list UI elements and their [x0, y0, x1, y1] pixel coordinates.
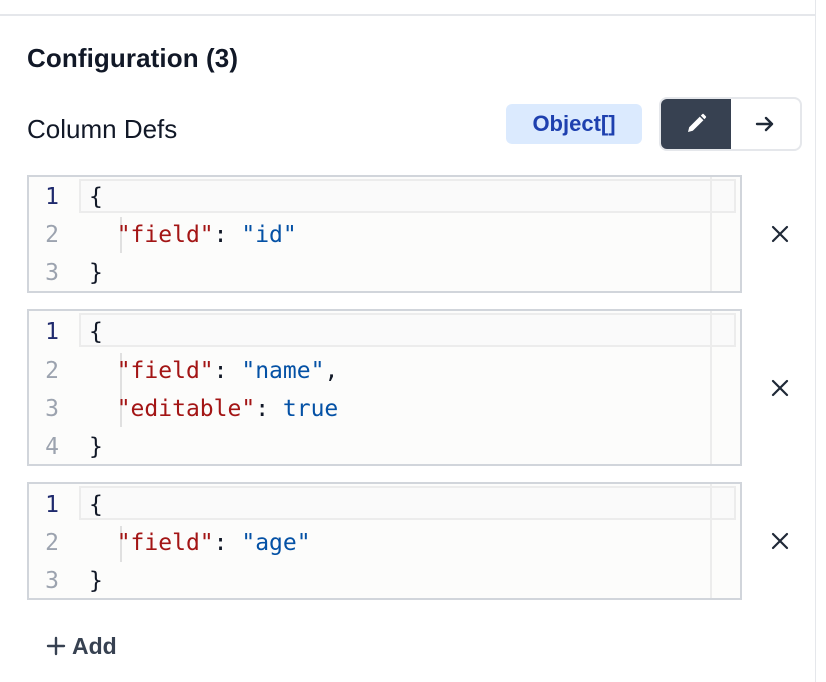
section-title: Configuration (3)	[27, 43, 239, 73]
code-line: 1 {	[29, 313, 740, 351]
close-icon	[771, 225, 789, 243]
code-line: 2 "field": "id"	[29, 216, 740, 254]
code-line: 3 "editable": true	[29, 390, 740, 428]
add-button-label: Add	[72, 632, 117, 659]
code-text: {	[89, 184, 103, 210]
code-text: "field": "age"	[67, 530, 311, 556]
code-text: {	[89, 319, 103, 345]
code-text: {	[89, 492, 103, 518]
link-mode-button[interactable]	[731, 99, 801, 149]
json-colon: :	[255, 396, 283, 422]
json-key: "field"	[116, 358, 214, 384]
json-key: "field"	[116, 222, 214, 248]
line-number: 2	[45, 530, 59, 556]
close-icon	[771, 532, 789, 550]
add-item-button[interactable]: Add	[46, 628, 117, 664]
json-value: "name"	[241, 358, 325, 384]
code-line: 1 {	[29, 486, 740, 524]
code-text: }	[89, 260, 103, 286]
field-label: Column Defs	[27, 114, 178, 144]
code-line: 2 "field": "name",	[29, 352, 740, 390]
pencil-icon	[687, 113, 706, 132]
code-text: "field": "id"	[67, 222, 297, 248]
json-value: true	[282, 396, 339, 422]
code-line: 3 }	[29, 562, 740, 600]
plus-icon	[46, 636, 66, 656]
json-colon: :	[213, 530, 242, 556]
remove-item-button[interactable]	[762, 370, 798, 406]
code-text: }	[89, 568, 103, 594]
arrow-right-icon	[756, 116, 774, 132]
previous-section-divider	[0, 0, 816, 16]
json-colon: :	[213, 358, 242, 384]
json-value: "age"	[241, 530, 311, 556]
json-editor-item-1[interactable]: 1 { 2 "field": "id" 3 }	[27, 175, 742, 293]
line-number: 4	[45, 434, 59, 460]
json-colon: :	[213, 222, 242, 248]
edit-mode-button[interactable]	[661, 99, 731, 149]
mode-toggle	[659, 97, 802, 151]
line-number: 2	[45, 222, 59, 248]
line-number: 3	[45, 568, 59, 594]
code-text: }	[89, 434, 103, 460]
close-icon	[771, 379, 789, 397]
json-key: "field"	[116, 530, 214, 556]
json-editor-item-3[interactable]: 1 { 2 "field": "age" 3 }	[27, 482, 742, 600]
json-comma: ,	[324, 358, 339, 384]
code-text: "field": "name",	[67, 358, 339, 384]
code-line: 1 {	[29, 178, 740, 216]
code-line: 4 }	[29, 428, 740, 466]
line-number: 3	[45, 260, 59, 286]
line-number: 1	[45, 319, 59, 345]
code-line: 3 }	[29, 254, 740, 292]
remove-item-button[interactable]	[762, 523, 798, 559]
json-editor-item-2[interactable]: 1 { 2 "field": "name", 3 "editable": tru…	[27, 309, 742, 466]
json-key: "editable"	[116, 396, 256, 422]
type-badge: Object[]	[506, 104, 642, 144]
json-value: "id"	[241, 222, 297, 248]
line-number: 1	[45, 492, 59, 518]
code-text: "editable": true	[67, 396, 339, 422]
remove-item-button[interactable]	[762, 216, 798, 252]
line-number: 3	[45, 396, 59, 422]
code-line: 2 "field": "age"	[29, 524, 740, 562]
line-number: 2	[45, 358, 59, 384]
line-number: 1	[45, 184, 59, 210]
